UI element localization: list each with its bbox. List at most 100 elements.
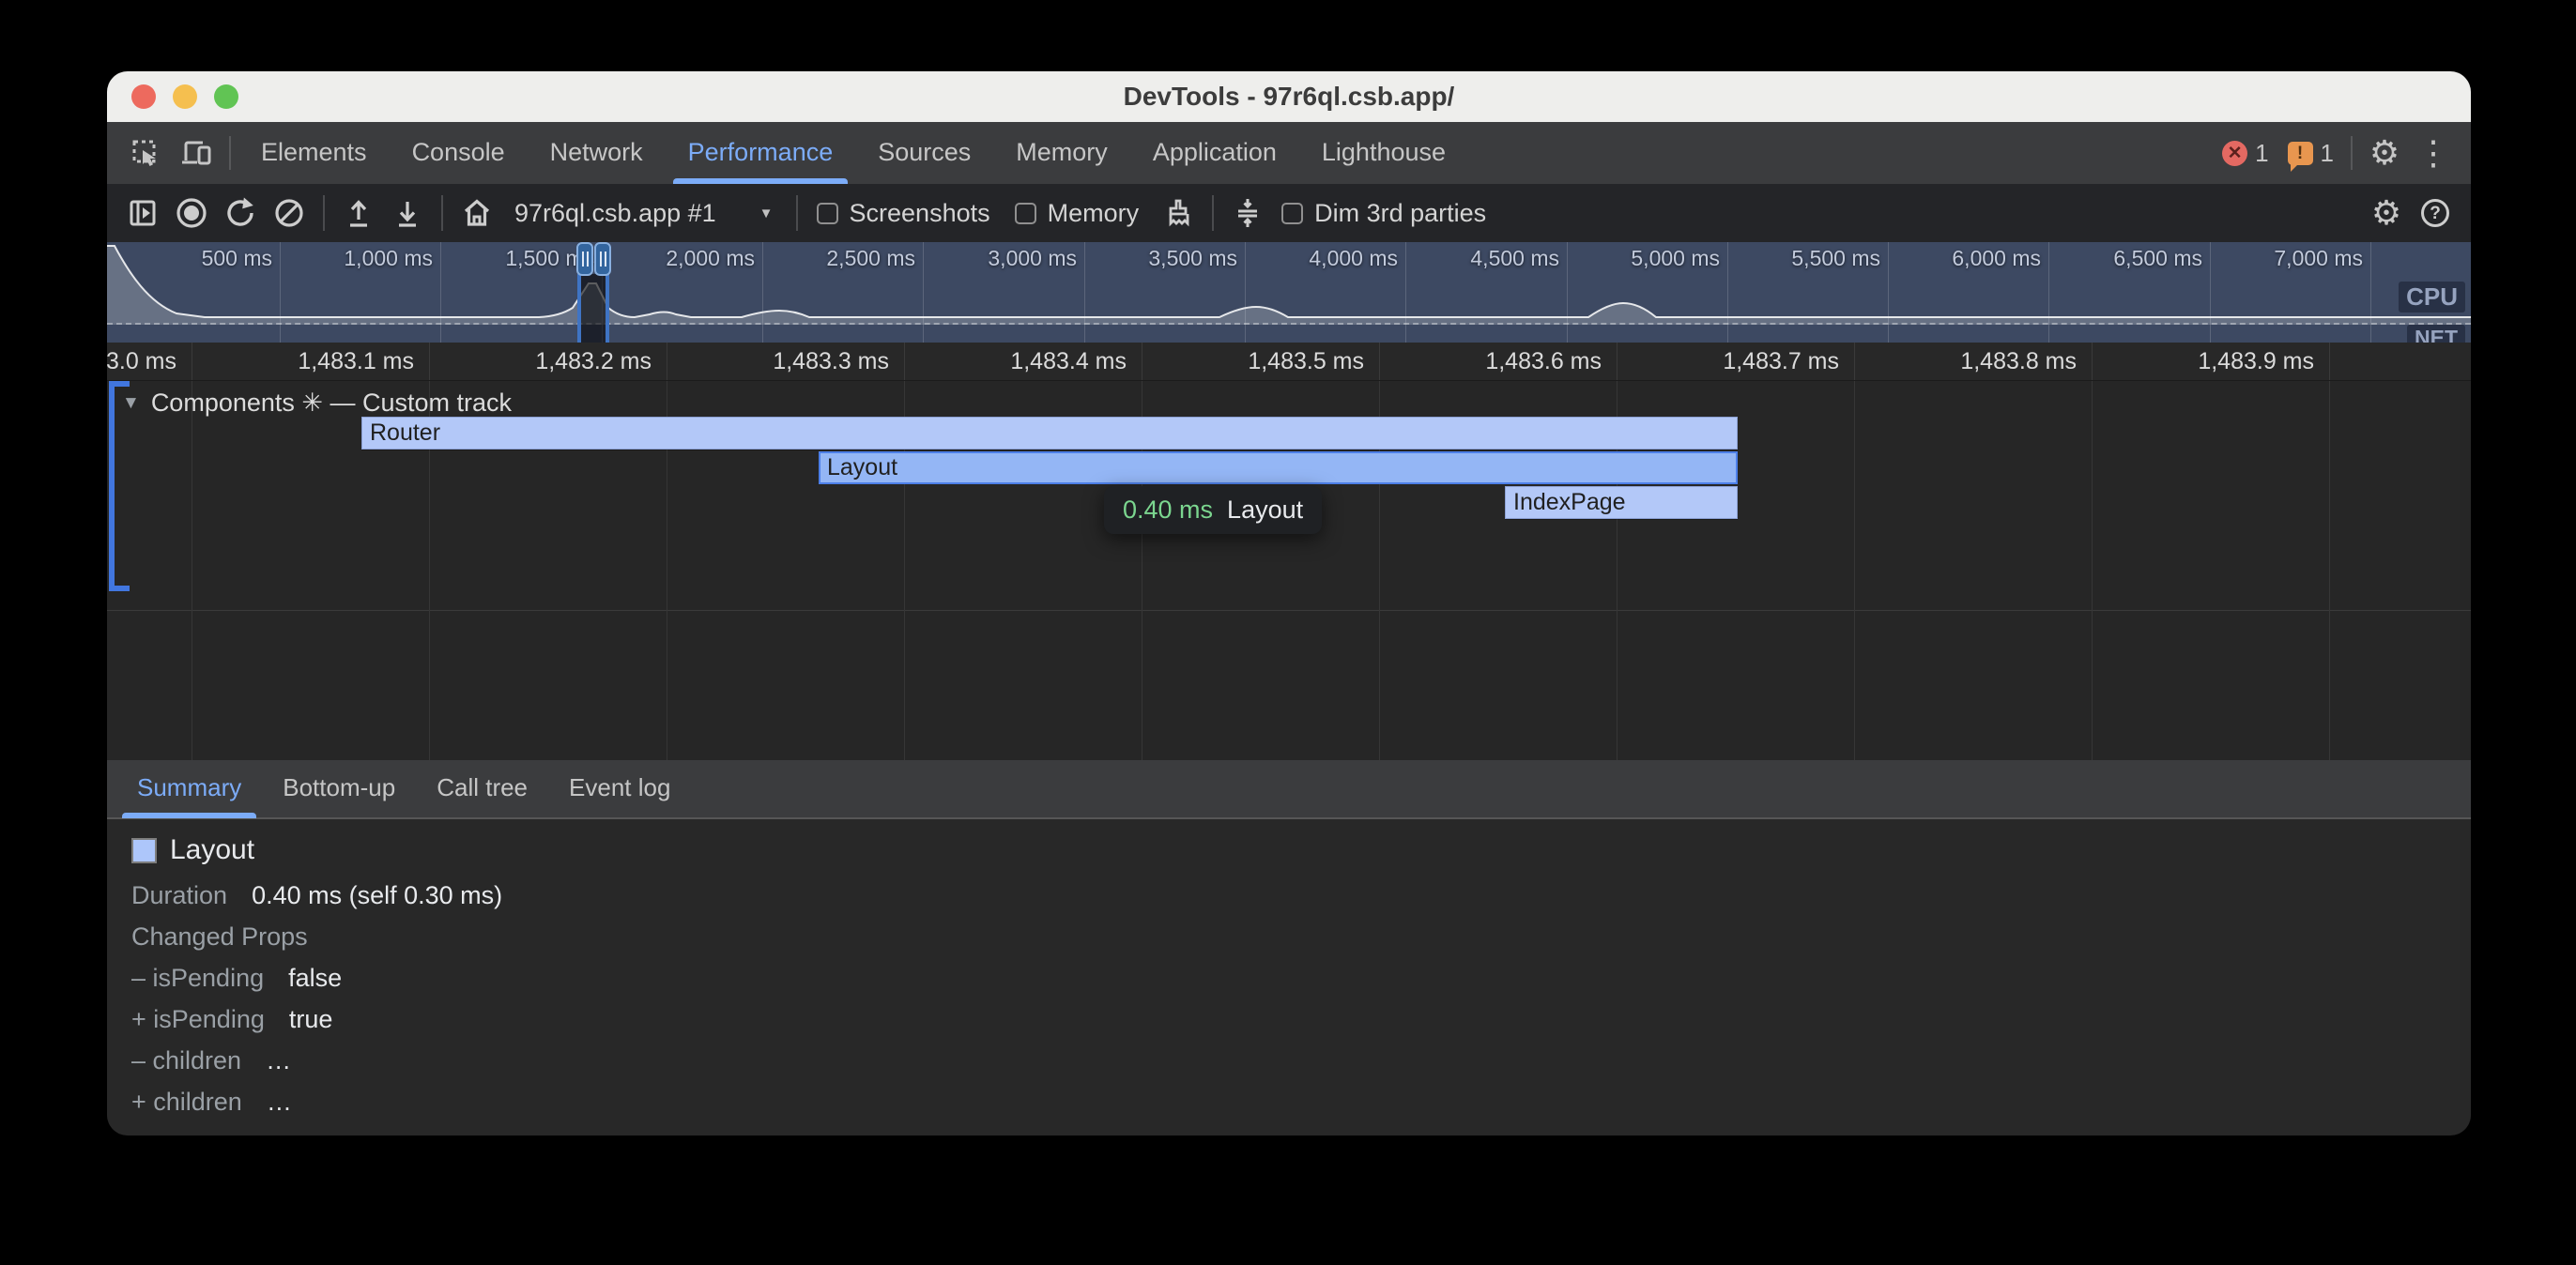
target-label: 97r6ql.csb.app #1 [514, 199, 716, 228]
svg-text:?: ? [2430, 204, 2441, 223]
record-and-reload-icon[interactable] [216, 189, 265, 237]
tab-elements[interactable]: Elements [238, 122, 390, 184]
kebab-menu-icon[interactable]: ⋮ [2409, 133, 2458, 173]
checkbox-label: Memory [1048, 199, 1140, 228]
tab-performance[interactable]: Performance [666, 122, 856, 184]
download-profile-icon[interactable] [383, 189, 432, 237]
dim-3rd-parties-checkbox[interactable]: Dim 3rd parties [1281, 199, 1486, 228]
summary-row-label: – children [131, 1046, 241, 1075]
collapse-sections-icon[interactable] [1223, 189, 1272, 237]
track-section-divider [107, 610, 2471, 611]
summary-row-value: 0.40 ms (self 0.30 ms) [252, 881, 502, 910]
divider [1212, 195, 1214, 231]
mini-ruler: 1,483.0 ms1,483.1 ms1,483.2 ms1,483.3 ms… [107, 343, 2471, 381]
capture-settings-gear-icon[interactable]: ⚙ [2362, 193, 2411, 233]
tab-application[interactable]: Application [1130, 122, 1299, 184]
track-title: Components ✳ — Custom track [151, 389, 512, 418]
summary-row: – isPending false [131, 964, 2471, 1005]
summary-row: Changed Props [131, 922, 2471, 964]
device-toolbar-icon[interactable] [171, 130, 222, 176]
garbage-collect-icon[interactable] [1154, 189, 1203, 237]
summary-row: Duration 0.40 ms (self 0.30 ms) [131, 881, 2471, 922]
issue-count: 1 [2321, 139, 2334, 168]
summary-row: + isPending true [131, 1005, 2471, 1046]
divider [323, 195, 325, 231]
summary-row-value: … [267, 1088, 292, 1117]
traffic-lights [131, 84, 238, 109]
issues-badge[interactable]: ! 1 [2288, 139, 2334, 168]
flame-bar-router[interactable]: Router [361, 417, 1738, 450]
flame-bar-layout[interactable]: Layout [819, 451, 1738, 484]
tab-network[interactable]: Network [528, 122, 666, 184]
divider [229, 136, 231, 170]
devtools-window: DevTools - 97r6ql.csb.app/ ElementsConso… [107, 71, 2471, 1135]
event-color-swatch [131, 838, 157, 863]
selection-left-edge[interactable] [577, 274, 581, 343]
checkbox-box [1015, 203, 1036, 224]
bottom-tab-call-tree[interactable]: Call tree [416, 759, 548, 818]
ruler-tick-label: 1,484 [2251, 348, 2471, 375]
flame-bar-indexpage[interactable]: IndexPage [1505, 486, 1738, 519]
home-icon[interactable] [452, 189, 501, 237]
flame-gridline [2092, 381, 2093, 760]
upload-profile-icon[interactable] [334, 189, 383, 237]
summary-pane: Layout Duration 0.40 ms (self 0.30 ms) Cha… [107, 819, 2471, 1134]
zoom-window-button[interactable] [214, 84, 238, 109]
collapse-track-icon[interactable]: ▼ [122, 393, 140, 414]
divider [441, 195, 443, 231]
flame-tooltip: 0.40 ms Layout [1104, 486, 1322, 534]
tab-lighthouse[interactable]: Lighthouse [1299, 122, 1468, 184]
bottom-tab-bottom-up[interactable]: Bottom-up [262, 759, 416, 818]
tooltip-name: Layout [1227, 495, 1303, 525]
flame-gridline [1854, 381, 1855, 760]
screenshots-checkbox[interactable]: Screenshots [817, 199, 990, 228]
selection-right-handle[interactable] [594, 242, 611, 276]
summary-row-value: … [266, 1046, 291, 1075]
bottom-tab-summary[interactable]: Summary [116, 759, 262, 818]
track-header[interactable]: ▼ Components ✳ — Custom track [122, 389, 512, 418]
minimize-window-button[interactable] [173, 84, 197, 109]
tab-sources[interactable]: Sources [855, 122, 993, 184]
toggle-sidebar-icon[interactable] [118, 189, 167, 237]
summary-row-label: Duration [131, 881, 227, 910]
bottom-tab-strip: SummaryBottom-upCall treeEvent log [107, 760, 2471, 819]
timeline-overview[interactable]: CPU NET 500 ms1,000 ms1,500 ms2,000 ms2,… [107, 242, 2471, 343]
tab-console[interactable]: Console [390, 122, 528, 184]
summary-row: + children… [131, 1088, 2471, 1129]
summary-row-value: true [289, 1005, 333, 1034]
summary-row-label: + isPending [131, 1005, 265, 1034]
checkbox-label: Dim 3rd parties [1314, 199, 1486, 228]
checkbox-label: Screenshots [850, 199, 990, 228]
divider [2351, 136, 2353, 170]
issues-icon: ! [2288, 142, 2313, 165]
error-badge[interactable]: ✕ 1 [2222, 139, 2268, 168]
error-icon: ✕ [2222, 141, 2247, 166]
summary-rows: Duration 0.40 ms (self 0.30 ms) Changed Pr… [131, 881, 2471, 1129]
tooltip-duration: 0.40 ms [1123, 495, 1213, 525]
summary-event-name: Layout [170, 834, 254, 866]
window-title: DevTools - 97r6ql.csb.app/ [1124, 82, 1455, 112]
target-selector[interactable]: 97r6ql.csb.app #1 ▼ [501, 199, 787, 228]
close-window-button[interactable] [131, 84, 156, 109]
tab-memory[interactable]: Memory [993, 122, 1130, 184]
help-icon[interactable]: ? [2411, 189, 2460, 237]
record-button[interactable] [167, 189, 216, 237]
cpu-activity-chart [107, 242, 2471, 325]
summary-row-value: false [288, 964, 342, 993]
flame-chart[interactable]: ▼ Components ✳ — Custom track 0.40 ms La… [107, 381, 2471, 760]
selection-right-edge[interactable] [606, 274, 609, 343]
checkbox-box [1281, 203, 1303, 224]
summary-row: – children … [131, 1046, 2471, 1088]
tab-strip: ElementsConsoleNetworkPerformanceSources… [238, 122, 2213, 184]
error-count: 1 [2255, 139, 2268, 168]
settings-gear-icon[interactable]: ⚙ [2360, 133, 2409, 173]
summary-title-row: Layout [131, 834, 2471, 866]
summary-row-label: – isPending [131, 964, 264, 993]
bottom-tab-event-log[interactable]: Event log [548, 759, 691, 818]
selection-left-handle[interactable] [576, 242, 593, 276]
memory-checkbox[interactable]: Memory [1015, 199, 1140, 228]
clear-icon[interactable] [265, 189, 314, 237]
chevron-down-icon: ▼ [759, 206, 774, 221]
titlebar: DevTools - 97r6ql.csb.app/ [107, 71, 2471, 122]
inspect-element-icon[interactable] [120, 130, 171, 176]
